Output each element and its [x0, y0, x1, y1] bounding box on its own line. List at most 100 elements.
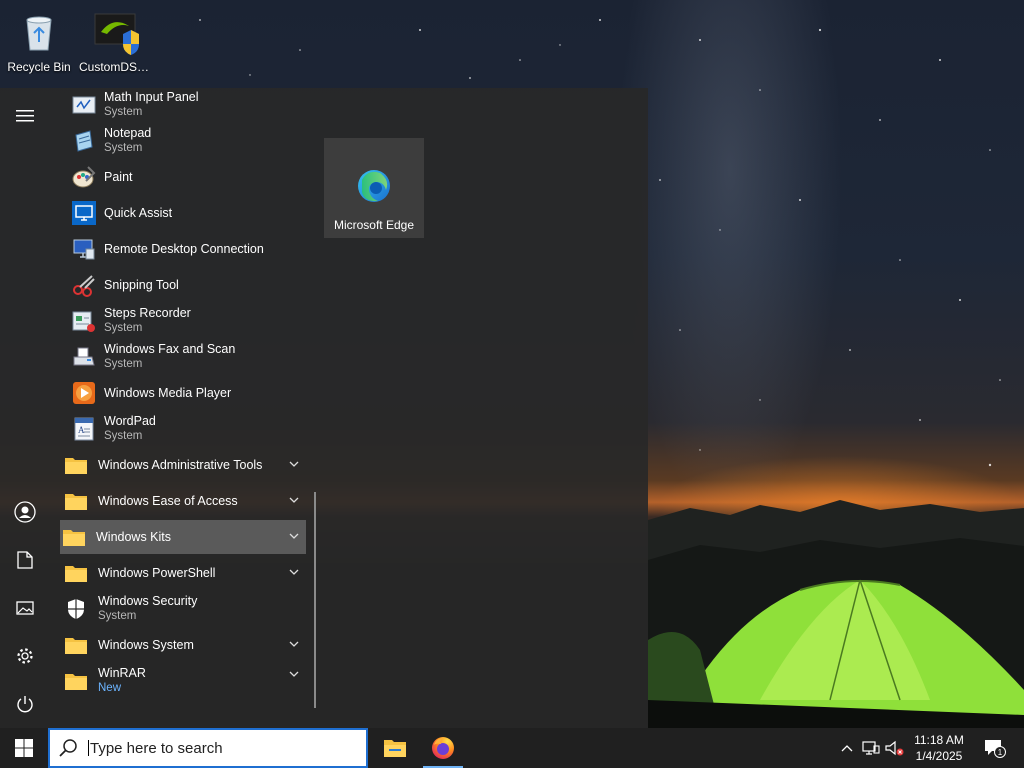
math-input-icon	[72, 93, 96, 117]
folder-windows-ease-of-access[interactable]: Windows Ease of Access	[62, 484, 306, 518]
documents-icon	[17, 551, 33, 569]
remote-desktop-icon	[72, 237, 96, 261]
recycle-bin-icon	[15, 8, 63, 56]
folder-name: Windows Kits	[96, 529, 172, 544]
folder-name: WinRAR	[98, 666, 146, 680]
power-button[interactable]	[0, 684, 50, 724]
app-name: Windows Media Player	[104, 385, 232, 400]
show-hidden-icons-button[interactable]	[836, 728, 858, 768]
desktop-icon-label: Recycle Bin	[7, 60, 71, 74]
hamburger-menu-icon	[16, 110, 34, 122]
chevron-down-icon	[289, 641, 299, 647]
app-snipping-tool[interactable]: Snipping Tool	[62, 268, 306, 302]
app-quick-assist[interactable]: Quick Assist	[62, 196, 306, 230]
app-subtitle: System	[104, 106, 143, 118]
edge-icon	[358, 170, 390, 202]
expand-menu-button[interactable]	[0, 96, 50, 136]
notification-icon: 1	[985, 740, 1006, 758]
text-caret	[88, 739, 89, 756]
network-icon	[862, 741, 880, 755]
folder-icon	[64, 669, 88, 693]
windows-logo-icon	[15, 739, 33, 757]
folder-icon	[64, 453, 88, 477]
app-windows-security[interactable]: Windows Security System	[62, 592, 306, 626]
taskbar-firefox[interactable]	[419, 728, 467, 768]
volume-muted-icon	[885, 740, 904, 756]
app-windows-fax-and-scan[interactable]: Windows Fax and Scan System	[62, 340, 306, 374]
pictures-button[interactable]	[0, 588, 50, 628]
app-wordpad[interactable]: A WordPad System	[62, 412, 306, 446]
app-list-scrollbar[interactable]	[314, 492, 316, 708]
chevron-down-icon	[289, 671, 299, 677]
app-name: Math Input Panel	[104, 90, 199, 104]
clock-date: 1/4/2025	[915, 749, 963, 763]
chevron-down-icon	[289, 497, 299, 503]
app-name: Steps Recorder	[104, 306, 191, 320]
search-placeholder: Type here to search	[90, 739, 223, 757]
app-notepad[interactable]: Notepad System	[62, 124, 306, 158]
clock[interactable]: 11:18 AM 1/4/2025	[904, 732, 974, 764]
firefox-icon	[432, 737, 454, 759]
search-icon	[59, 739, 77, 757]
app-name: Remote Desktop Connection	[104, 241, 264, 256]
app-list: Math Input Panel System Notepad System Pai…	[58, 88, 316, 728]
pictures-icon	[16, 601, 34, 615]
desktop-icon-label: CustomDSR...	[79, 60, 155, 74]
media-player-icon	[72, 381, 96, 405]
start-button[interactable]	[0, 728, 48, 768]
steps-recorder-icon	[72, 309, 96, 333]
app-subtitle: System	[98, 610, 137, 622]
folder-windows-kits[interactable]: Windows Kits	[60, 520, 306, 554]
app-name: Notepad	[104, 126, 152, 140]
nvidia-shield-icon	[93, 8, 141, 56]
app-windows-media-player[interactable]: Windows Media Player	[62, 376, 306, 410]
folder-name: Windows System	[98, 637, 194, 652]
app-steps-recorder[interactable]: Steps Recorder System	[62, 304, 306, 338]
start-rail	[0, 88, 50, 728]
volume-button[interactable]	[884, 728, 906, 768]
app-name: Quick Assist	[104, 205, 173, 220]
folder-icon	[62, 525, 86, 549]
folder-name: Windows Administrative Tools	[98, 457, 263, 472]
network-button[interactable]	[858, 728, 884, 768]
app-subtitle: System	[104, 358, 143, 370]
app-remote-desktop-connection[interactable]: Remote Desktop Connection	[62, 232, 306, 266]
chevron-up-icon	[841, 745, 853, 752]
folder-windows-system[interactable]: Windows System	[62, 628, 306, 662]
app-name: Windows Fax and Scan	[104, 342, 236, 356]
snipping-tool-icon	[72, 273, 96, 297]
taskbar-file-explorer[interactable]	[371, 728, 419, 768]
notification-count: 1	[998, 748, 1003, 757]
app-subtitle: System	[104, 322, 143, 334]
chevron-down-icon	[289, 461, 299, 467]
settings-button[interactable]	[0, 636, 50, 676]
chevron-down-icon	[289, 569, 299, 575]
documents-button[interactable]	[0, 540, 50, 580]
app-subtitle: System	[104, 142, 143, 154]
folder-icon	[64, 489, 88, 513]
folder-winrar[interactable]: WinRAR New	[62, 664, 306, 698]
app-name: WordPad	[104, 414, 156, 428]
shield-icon	[64, 597, 88, 621]
notepad-icon	[72, 129, 96, 153]
folder-icon	[64, 633, 88, 657]
user-icon	[14, 501, 36, 523]
account-button[interactable]	[0, 492, 50, 532]
desktop-icon-recycle-bin[interactable]: Recycle Bin	[1, 4, 77, 74]
folder-windows-administrative-tools[interactable]: Windows Administrative Tools	[62, 448, 306, 482]
app-math-input-panel[interactable]: Math Input Panel System	[62, 88, 306, 122]
action-center-button[interactable]: 1	[978, 728, 1012, 768]
desktop-icon-customdsr[interactable]: CustomDSR...	[79, 4, 155, 74]
app-name: Windows Security	[98, 594, 198, 608]
tile-microsoft-edge[interactable]: Microsoft Edge	[324, 138, 424, 238]
app-paint[interactable]: Paint	[62, 160, 306, 194]
new-badge: New	[98, 682, 122, 694]
taskbar: Type here to search 11:18 AM 1/4/2025 1	[0, 728, 1024, 768]
power-icon	[17, 696, 33, 713]
wordpad-icon: A	[72, 417, 96, 441]
folder-windows-powershell[interactable]: Windows PowerShell	[62, 556, 306, 590]
folder-name: Windows Ease of Access	[98, 493, 238, 508]
app-name: Paint	[104, 169, 133, 184]
taskbar-search-box[interactable]: Type here to search	[48, 728, 368, 768]
file-explorer-icon	[384, 740, 406, 757]
